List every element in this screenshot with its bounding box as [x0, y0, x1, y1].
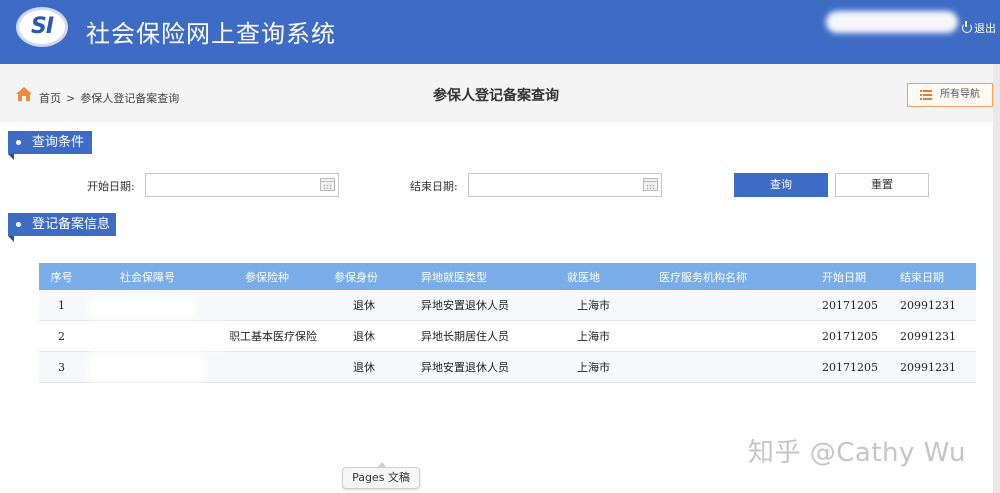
- app-title: 社会保险网上查询系统: [86, 20, 336, 48]
- start-date-label: 开始日期:: [87, 180, 135, 193]
- cell-end-date: 20991231: [900, 360, 956, 374]
- registration-records-label: 登记备案信息: [8, 213, 116, 242]
- column-header-end-date: 结束日期: [900, 270, 944, 284]
- cell-type: 异地安置退休人员: [421, 361, 509, 374]
- home-icon[interactable]: [15, 86, 33, 102]
- column-header-identity: 参保身份: [334, 270, 378, 284]
- column-header-institution: 医疗服务机构名称: [659, 270, 747, 284]
- column-header-seq: 序号: [50, 270, 73, 284]
- breadcrumb-home[interactable]: 首页: [39, 92, 61, 105]
- end-date-label: 结束日期:: [410, 180, 458, 193]
- query-conditions-label: 查询条件: [8, 131, 92, 160]
- reset-button[interactable]: 重置: [835, 173, 929, 197]
- cell-end-date: 20991231: [900, 329, 956, 343]
- social-insurance-logo: SI: [16, 7, 68, 47]
- cell-start-date: 20171205: [822, 360, 878, 374]
- list-icon: [920, 90, 932, 100]
- column-header-start-date: 开始日期: [822, 270, 866, 284]
- top-header: SI 社会保险网上查询系统 退出: [0, 0, 1000, 64]
- user-name-redacted: [826, 11, 958, 33]
- all-navigation-button[interactable]: 所有导航: [907, 83, 993, 107]
- cell-seq: 1: [58, 298, 65, 312]
- cell-start-date: 20171205: [822, 329, 878, 343]
- logout-label: 退出: [974, 22, 996, 35]
- cell-type: 异地长期居住人员: [421, 330, 509, 343]
- all-navigation-label: 所有导航: [940, 89, 980, 100]
- cell-location: 上海市: [577, 330, 610, 343]
- table-header: 序号 社会保障号 参保险种 参保身份 异地就医类型 就医地 医疗服务机构名称 开…: [39, 263, 976, 290]
- power-icon: [962, 21, 972, 33]
- cell-identity: 退休: [353, 361, 375, 374]
- records-table: 序号 社会保障号 参保险种 参保身份 异地就医类型 就医地 医疗服务机构名称 开…: [39, 263, 976, 383]
- start-date-input[interactable]: [145, 173, 339, 197]
- cell-location: 上海市: [577, 299, 610, 312]
- redaction-overlay: [87, 323, 229, 351]
- cell-end-date: 20991231: [900, 298, 956, 312]
- column-header-insurance: 参保险种: [245, 270, 289, 284]
- cell-identity: 退休: [353, 330, 375, 343]
- watermark: 知乎 @Cathy Wu: [748, 438, 966, 468]
- calendar-icon[interactable]: [320, 178, 335, 191]
- cell-seq: 2: [58, 329, 65, 343]
- cell-type: 异地安置退休人员: [421, 299, 509, 312]
- redaction-overlay: [87, 297, 197, 317]
- cell-insurance: 职工基本医疗保险: [229, 330, 317, 343]
- breadcrumb-current: 参保人登记备案查询: [80, 92, 180, 105]
- dock-tooltip: Pages 文稿: [342, 462, 420, 489]
- page-title: 参保人登记备案查询: [433, 88, 559, 104]
- cell-location: 上海市: [577, 361, 610, 374]
- logout-button[interactable]: 退出: [962, 20, 996, 36]
- cell-start-date: 20171205: [822, 298, 878, 312]
- breadcrumb: 首页 > 参保人登记备案查询: [39, 90, 179, 106]
- calendar-icon[interactable]: [643, 178, 658, 191]
- column-header-type: 异地就医类型: [421, 270, 487, 284]
- redaction-overlay: [87, 353, 205, 381]
- cell-identity: 退休: [353, 299, 375, 312]
- end-date-input[interactable]: [468, 173, 662, 197]
- scrollbar-track[interactable]: [993, 64, 1000, 493]
- column-header-ssn: 社会保障号: [120, 270, 175, 284]
- breadcrumb-separator: >: [66, 92, 76, 105]
- query-button[interactable]: 查询: [734, 173, 828, 197]
- cell-seq: 3: [58, 360, 65, 374]
- column-header-location: 就医地: [567, 270, 600, 284]
